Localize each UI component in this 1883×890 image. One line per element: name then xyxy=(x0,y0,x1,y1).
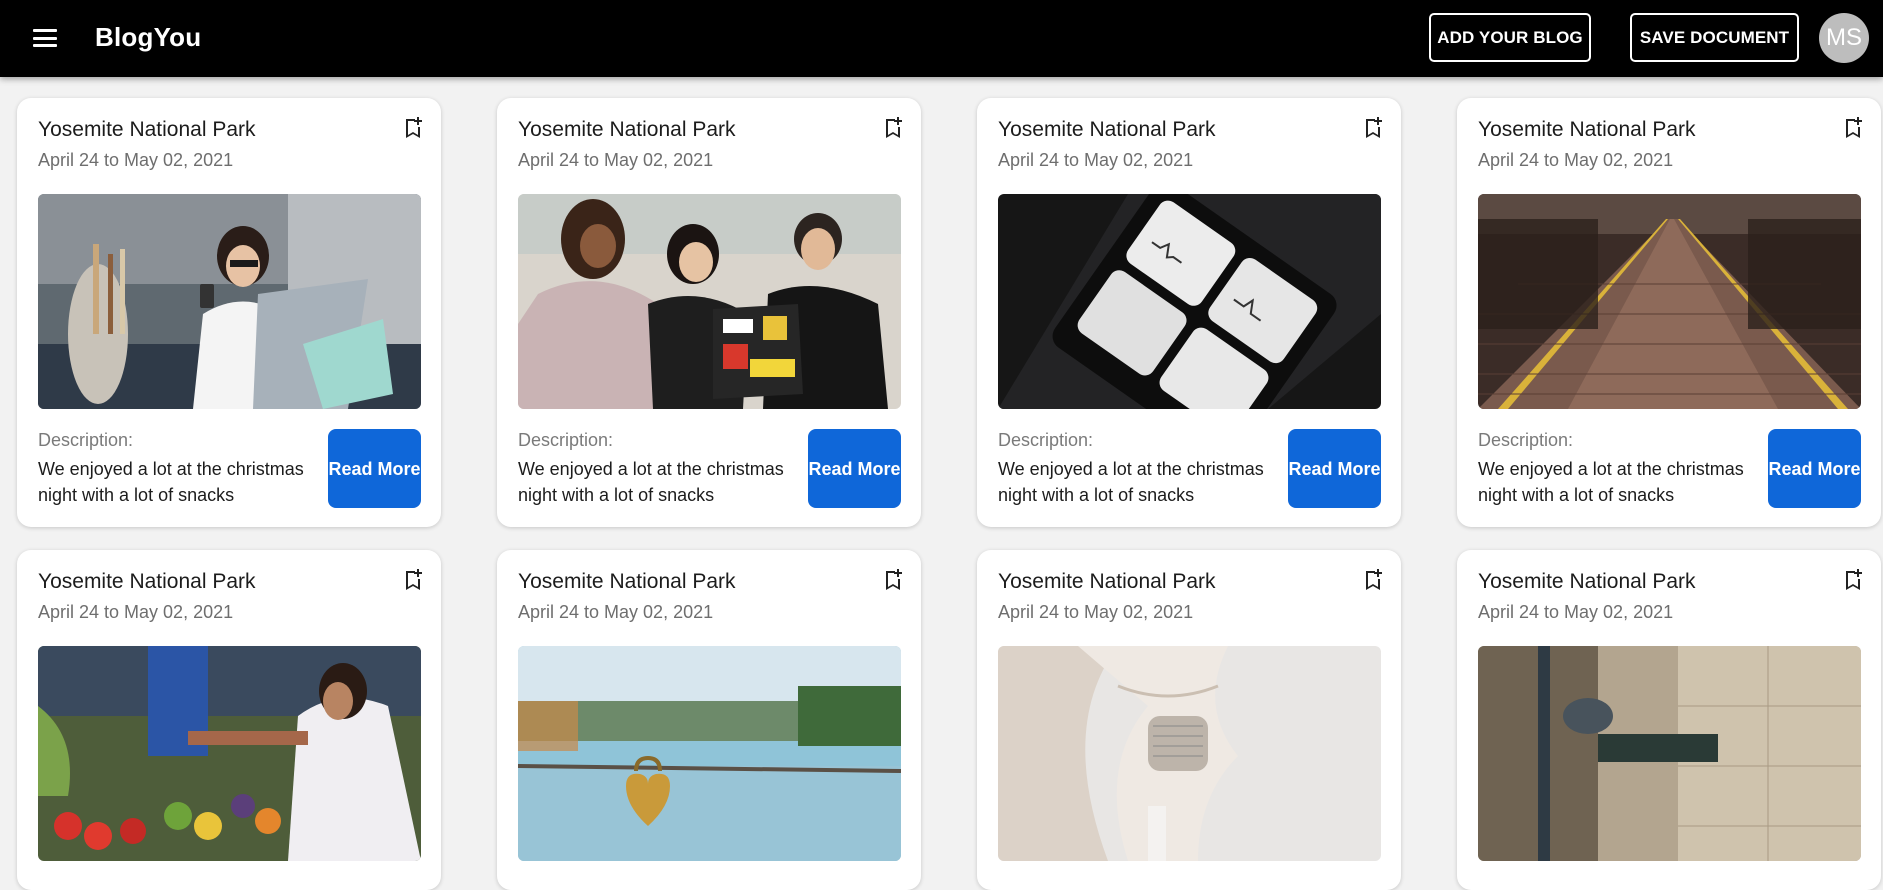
card-image-wall-street-sign xyxy=(1478,646,1861,861)
avatar[interactable]: MS xyxy=(1819,13,1869,63)
bookmark-add-icon[interactable] xyxy=(881,116,905,140)
bookmark-add-icon[interactable] xyxy=(1841,116,1865,140)
card-title: Yosemite National Park xyxy=(38,118,256,141)
description-label: Description: xyxy=(38,430,134,450)
bookmark-add-icon[interactable] xyxy=(1841,568,1865,592)
blog-card: Yosemite National Park April 24 to May 0… xyxy=(17,550,441,890)
description-text: We enjoyed a lot at the christmas night … xyxy=(998,459,1264,505)
card-date: April 24 to May 02, 2021 xyxy=(38,150,234,170)
card-title: Yosemite National Park xyxy=(518,118,736,141)
card-date: April 24 to May 02, 2021 xyxy=(998,150,1194,170)
card-image-woman-with-laptop xyxy=(38,194,421,409)
description-text: We enjoyed a lot at the christmas night … xyxy=(1478,459,1744,505)
blog-card: Yosemite National Park April 24 to May 0… xyxy=(977,98,1401,527)
blog-card: Yosemite National Park April 24 to May 0… xyxy=(1457,98,1881,527)
card-title: Yosemite National Park xyxy=(998,118,1216,141)
card-title: Yosemite National Park xyxy=(998,570,1216,593)
card-date: April 24 to May 02, 2021 xyxy=(518,602,714,622)
description-label: Description: xyxy=(1478,430,1574,450)
bookmark-add-icon[interactable] xyxy=(401,116,425,140)
description-text: We enjoyed a lot at the christmas night … xyxy=(38,459,304,505)
menu-icon[interactable] xyxy=(30,27,60,49)
save-document-button[interactable]: SAVE DOCUMENT xyxy=(1630,13,1799,62)
card-title: Yosemite National Park xyxy=(38,570,256,593)
card-date: April 24 to May 02, 2021 xyxy=(1478,150,1674,170)
read-more-button[interactable]: Read More xyxy=(1768,429,1861,508)
card-image-vegetable-market xyxy=(38,646,421,861)
card-date: April 24 to May 02, 2021 xyxy=(998,602,1194,622)
card-image-analytics-phone xyxy=(998,194,1381,409)
read-more-button[interactable]: Read More xyxy=(1288,429,1381,508)
card-date: April 24 to May 02, 2021 xyxy=(518,150,714,170)
add-your-blog-button[interactable]: ADD YOUR BLOG xyxy=(1429,13,1591,62)
read-more-button[interactable]: Read More xyxy=(328,429,421,508)
card-image-white-architecture xyxy=(998,646,1381,861)
bookmark-add-icon[interactable] xyxy=(1361,116,1385,140)
description-text: We enjoyed a lot at the christmas night … xyxy=(518,459,784,505)
blog-card: Yosemite National Park April 24 to May 0… xyxy=(17,98,441,527)
card-image-brick-street xyxy=(1478,194,1861,409)
bookmark-add-icon[interactable] xyxy=(1361,568,1385,592)
description-label: Description: xyxy=(518,430,614,450)
brand-title: BlogYou xyxy=(95,22,202,52)
card-image-heart-padlock xyxy=(518,646,901,861)
blog-card: Yosemite National Park April 24 to May 0… xyxy=(497,550,921,890)
description-label: Description: xyxy=(998,430,1094,450)
card-date: April 24 to May 02, 2021 xyxy=(1478,602,1674,622)
bookmark-add-icon[interactable] xyxy=(401,568,425,592)
card-title: Yosemite National Park xyxy=(1478,118,1696,141)
card-title: Yosemite National Park xyxy=(518,570,736,593)
card-date: April 24 to May 02, 2021 xyxy=(38,602,234,622)
blog-card: Yosemite National Park April 24 to May 0… xyxy=(1457,550,1881,890)
card-title: Yosemite National Park xyxy=(1478,570,1696,593)
app-bar: BlogYou ADD YOUR BLOG SAVE DOCUMENT MS xyxy=(0,0,1883,77)
blog-card: Yosemite National Park April 24 to May 0… xyxy=(977,550,1401,890)
read-more-button[interactable]: Read More xyxy=(808,429,901,508)
blog-card: Yosemite National Park April 24 to May 0… xyxy=(497,98,921,527)
bookmark-add-icon[interactable] xyxy=(881,568,905,592)
card-image-three-women xyxy=(518,194,901,409)
